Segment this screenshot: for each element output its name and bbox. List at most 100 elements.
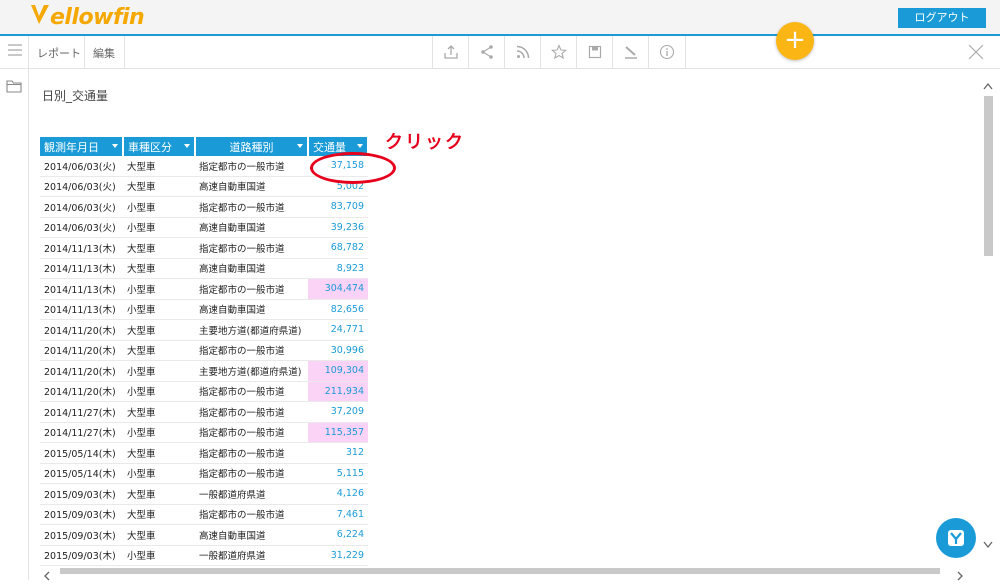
brush-icon[interactable]: [612, 36, 649, 68]
table-row: 2014/11/27(木) 大型車 指定都市の一般市道 37,209: [40, 401, 368, 423]
add-button[interactable]: +: [776, 22, 814, 60]
vehicle-cell: 大型車: [123, 442, 195, 464]
date-cell: 2015/05/14(木): [40, 463, 123, 484]
edit-link[interactable]: 編集: [93, 45, 115, 61]
road-cell: 高速自動車国道: [195, 299, 308, 320]
traffic-cell[interactable]: 31,229: [308, 545, 368, 566]
export-icon[interactable]: [432, 36, 469, 68]
date-cell: 2014/11/20(木): [40, 319, 123, 341]
vehicle-cell: 大型車: [123, 504, 195, 525]
date-cell: 2014/11/13(木): [40, 258, 123, 279]
logo-text: ellowfin: [50, 4, 145, 30]
sort-arrow-icon[interactable]: [184, 144, 190, 148]
vehicle-cell: 小型車: [123, 463, 195, 484]
road-cell: 指定都市の一般市道: [195, 401, 308, 423]
report-link[interactable]: レポート: [37, 45, 81, 61]
date-cell: 2014/11/13(木): [40, 299, 123, 320]
traffic-cell[interactable]: 312: [308, 442, 368, 464]
traffic-cell[interactable]: 211,934: [308, 381, 368, 402]
column-header-label: 道路種別: [229, 140, 274, 154]
traffic-cell[interactable]: 37,209: [308, 401, 368, 423]
date-cell: 2014/06/03(火): [40, 196, 123, 218]
date-cell: 2014/11/27(木): [40, 422, 123, 443]
vehicle-cell: 大型車: [123, 524, 195, 546]
road-cell: 指定都市の一般市道: [195, 237, 308, 259]
sort-arrow-icon[interactable]: [357, 144, 363, 148]
table-row: 2014/06/03(火) 小型車 高速自動車国道 39,236: [40, 217, 368, 238]
date-cell: 2014/06/03(火): [40, 176, 123, 197]
vehicle-cell: 小型車: [123, 278, 195, 300]
table-row: 2014/11/27(木) 小型車 指定都市の一般市道 115,357: [40, 422, 368, 443]
date-cell: 2014/11/13(木): [40, 237, 123, 259]
table-row: 2014/11/13(木) 大型車 高速自動車国道 8,923: [40, 258, 368, 279]
vehicle-cell: 大型車: [123, 258, 195, 279]
traffic-cell[interactable]: 82,656: [308, 299, 368, 320]
road-cell: 高速自動車国道: [195, 217, 308, 238]
report-table: 観測年月日 車種区分 道路種別 交通量 2014/06/03(火) 大型車 指定都市…: [40, 137, 369, 566]
help-button[interactable]: [936, 518, 976, 558]
road-cell: 指定都市の一般市道: [195, 196, 308, 218]
traffic-cell[interactable]: 8,923: [308, 258, 368, 279]
road-cell: 一般都道府県道: [195, 545, 308, 566]
date-cell: 2014/11/27(木): [40, 401, 123, 423]
vertical-scroll-thumb[interactable]: [984, 96, 993, 256]
rss-icon[interactable]: [504, 36, 541, 68]
menu-icon[interactable]: [8, 44, 22, 58]
horizontal-scroll-thumb[interactable]: [60, 568, 940, 574]
vehicle-cell: 小型車: [123, 545, 195, 566]
road-cell: 指定都市の一般市道: [195, 463, 308, 484]
vehicle-cell: 小型車: [123, 217, 195, 238]
vehicle-cell: 大型車: [123, 176, 195, 197]
column-header-vehicle[interactable]: 車種区分: [123, 137, 196, 156]
traffic-cell[interactable]: 109,304: [308, 360, 368, 382]
traffic-cell[interactable]: 6,224: [308, 524, 368, 546]
table-row: 2015/09/03(木) 大型車 一般都道府県道 4,126: [40, 483, 368, 505]
vehicle-cell: 小型車: [123, 381, 195, 402]
star-icon[interactable]: [540, 36, 577, 68]
toolbar-divider: [28, 36, 29, 68]
sort-arrow-icon[interactable]: [297, 144, 303, 148]
table-row: 2014/06/03(火) 小型車 指定都市の一般市道 83,709: [40, 196, 368, 218]
traffic-cell[interactable]: 68,782: [308, 237, 368, 259]
date-cell: 2015/09/03(木): [40, 524, 123, 546]
share-icon[interactable]: [468, 36, 505, 68]
table-row: 2014/11/13(木) 小型車 指定都市の一般市道 304,474: [40, 278, 368, 300]
vehicle-cell: 大型車: [123, 319, 195, 341]
report-toolbar: レポート 編集: [0, 36, 1000, 69]
folder-icon[interactable]: [6, 78, 22, 97]
column-header-date[interactable]: 観測年月日: [40, 137, 124, 156]
traffic-cell[interactable]: 5,115: [308, 463, 368, 484]
logout-button[interactable]: ログアウト: [898, 8, 986, 28]
traffic-cell[interactable]: 304,474: [308, 278, 368, 300]
traffic-cell[interactable]: 7,461: [308, 504, 368, 525]
date-cell: 2014/11/20(木): [40, 340, 123, 361]
traffic-cell[interactable]: 83,709: [308, 196, 368, 218]
info-icon[interactable]: [648, 36, 686, 68]
table-row: 2014/11/20(木) 小型車 主要地方道(都道府県道) 109,304: [40, 360, 368, 382]
road-cell: 高速自動車国道: [195, 176, 308, 197]
road-cell: 指定都市の一般市道: [195, 381, 308, 402]
traffic-cell[interactable]: 115,357: [308, 422, 368, 443]
date-cell: 2015/09/03(木): [40, 483, 123, 505]
vehicle-cell: 大型車: [123, 340, 195, 361]
left-sidebar: [0, 69, 29, 580]
road-cell: 主要地方道(都道府県道): [195, 319, 308, 341]
yellowfin-logo: ellowfin: [31, 4, 145, 30]
traffic-cell[interactable]: 39,236: [308, 217, 368, 238]
road-cell: 指定都市の一般市道: [195, 442, 308, 464]
save-icon[interactable]: [576, 36, 613, 68]
table-row: 2014/11/20(木) 大型車 指定都市の一般市道 30,996: [40, 340, 368, 361]
sort-arrow-icon[interactable]: [112, 144, 118, 148]
close-icon[interactable]: [968, 44, 984, 60]
traffic-cell[interactable]: 30,996: [308, 340, 368, 361]
road-cell: 主要地方道(都道府県道): [195, 360, 308, 382]
vehicle-cell: 小型車: [123, 422, 195, 443]
road-cell: 高速自動車国道: [195, 524, 308, 546]
date-cell: 2014/11/13(木): [40, 278, 123, 300]
traffic-cell[interactable]: 24,771: [308, 319, 368, 341]
column-header-road[interactable]: 道路種別: [195, 137, 309, 156]
vehicle-cell: 小型車: [123, 299, 195, 320]
table-row: 2015/09/03(木) 大型車 指定都市の一般市道 7,461: [40, 504, 368, 525]
table-row: 2015/09/03(木) 大型車 高速自動車国道 6,224: [40, 524, 368, 546]
traffic-cell[interactable]: 4,126: [308, 483, 368, 505]
